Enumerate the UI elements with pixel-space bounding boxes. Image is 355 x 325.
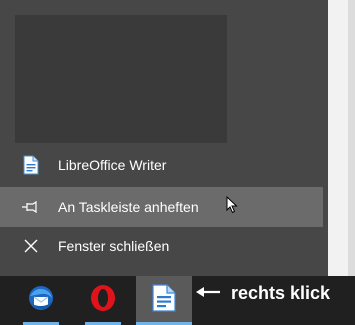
annotation-label: rechts klick	[231, 283, 331, 303]
annotation: rechts klick	[195, 283, 330, 304]
libreoffice-writer-icon	[152, 284, 176, 317]
close-window-item[interactable]: Fenster schließen	[0, 226, 328, 266]
taskbar-writer-button[interactable]	[136, 276, 192, 325]
pin-icon	[20, 196, 42, 218]
jump-list-menu: LibreOffice Writer An Taskleiste anhefte…	[0, 0, 328, 276]
pin-to-taskbar-label: An Taskleiste anheften	[58, 199, 199, 215]
opera-icon	[88, 283, 118, 318]
jump-list-app-item[interactable]: LibreOffice Writer	[0, 145, 328, 185]
pin-to-taskbar-item[interactable]: An Taskleiste anheften	[0, 187, 323, 227]
scrollbar-strip	[348, 0, 355, 276]
taskbar-thunderbird-button[interactable]	[17, 276, 65, 325]
taskbar-opera-button[interactable]	[79, 276, 127, 325]
close-icon	[20, 235, 42, 257]
mouse-cursor-icon	[226, 195, 238, 219]
desktop-background	[328, 0, 355, 276]
close-window-label: Fenster schließen	[58, 238, 170, 254]
jump-list-app-label: LibreOffice Writer	[58, 157, 167, 173]
thunderbird-icon	[26, 283, 56, 318]
arrow-left-icon	[195, 283, 221, 304]
window-preview-thumbnail[interactable]	[15, 15, 227, 143]
libreoffice-writer-icon	[20, 154, 42, 176]
